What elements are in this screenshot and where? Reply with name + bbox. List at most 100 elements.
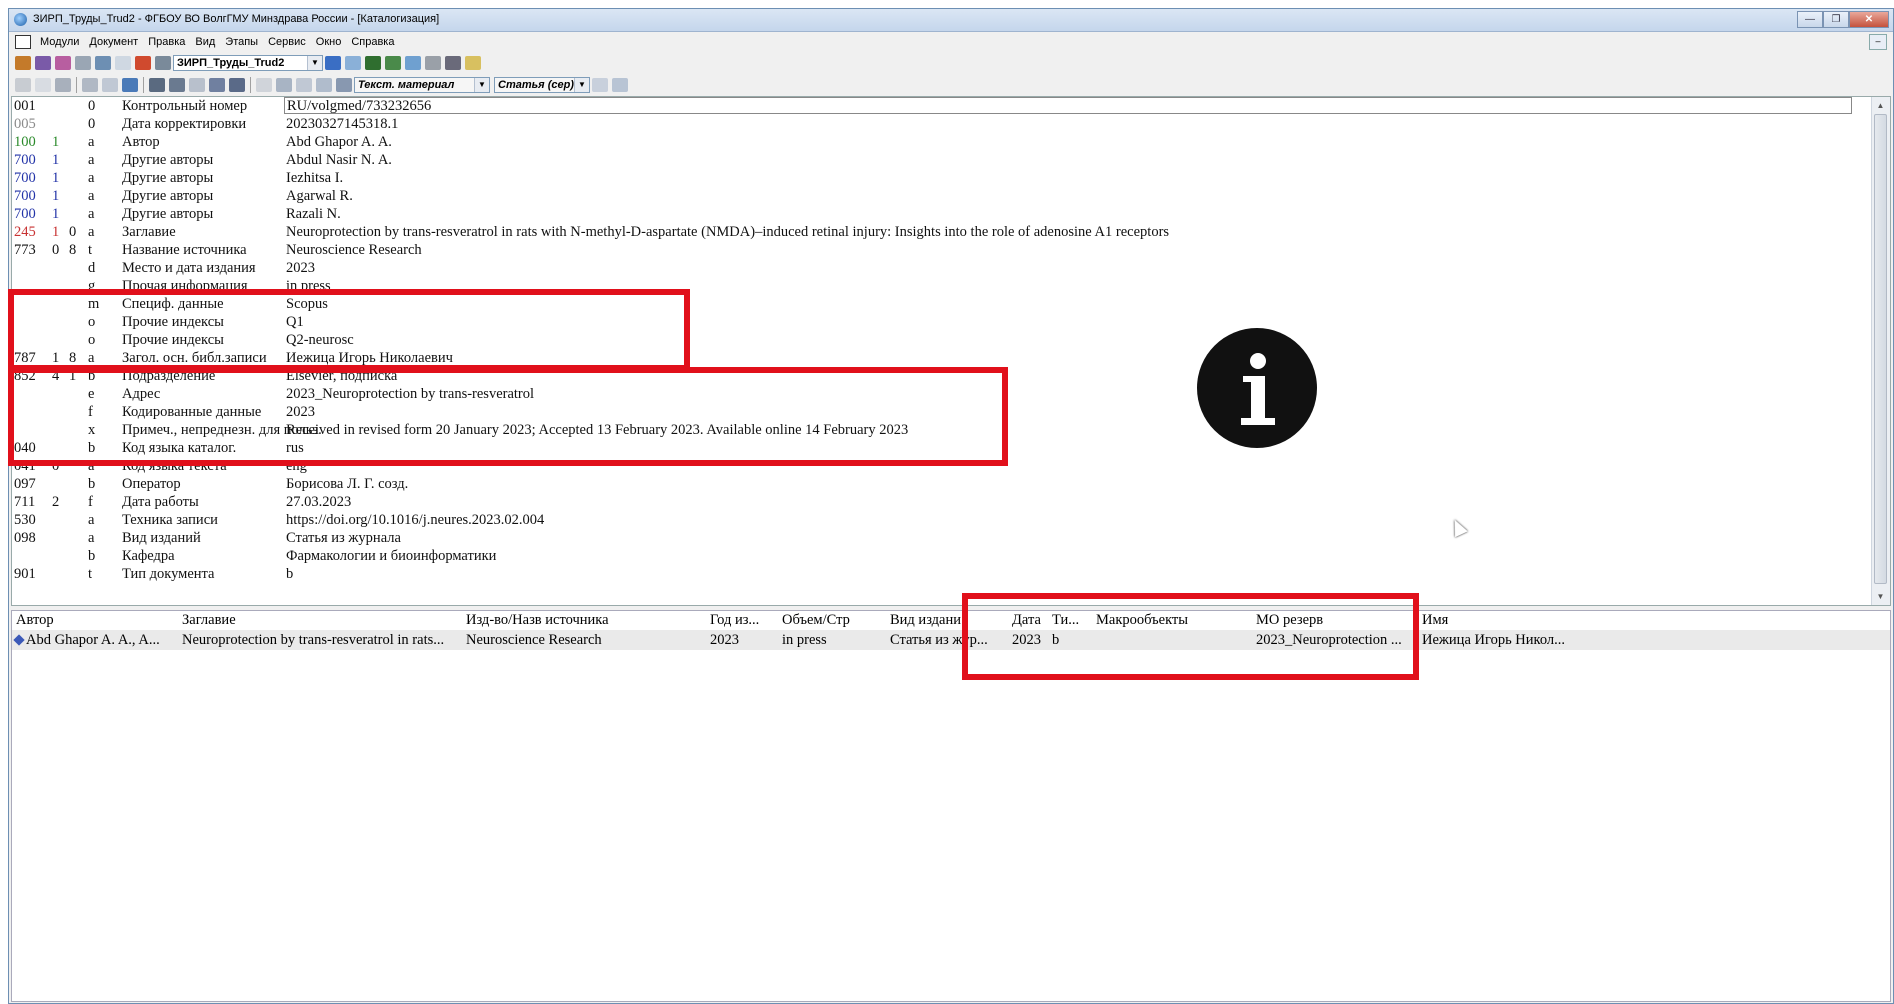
clipboard-icon[interactable]: [102, 77, 118, 92]
users-icon[interactable]: [135, 55, 151, 70]
record-field-row[interactable]: 711 2 f Дата работы 27.03.2023: [12, 493, 1870, 511]
column-year[interactable]: Год из...: [710, 612, 759, 629]
column-kind[interactable]: Вид издани: [890, 612, 961, 629]
record-field-row[interactable]: 700 1 a Другие авторы Razali N.: [12, 205, 1870, 223]
record-field-row[interactable]: 901 t Тип документа b: [12, 565, 1870, 583]
menu-edit[interactable]: Правка: [143, 36, 190, 48]
find-icon[interactable]: [209, 77, 225, 92]
field-value[interactable]: 2023: [286, 260, 315, 277]
record-field-row[interactable]: 098 a Вид изданий Статья из журнала: [12, 529, 1870, 547]
search-next-icon[interactable]: [169, 77, 185, 92]
settings-icon[interactable]: [592, 77, 608, 92]
field-value[interactable]: Abdul Nasir N. A.: [286, 152, 392, 169]
field-tag: 700: [14, 152, 36, 168]
column-name[interactable]: Имя: [1422, 612, 1448, 629]
field-value[interactable]: Фармакологии и биоинформатики: [286, 548, 496, 565]
field-value[interactable]: b: [286, 566, 293, 583]
check-icon[interactable]: [122, 77, 138, 92]
info-icon: [1197, 328, 1317, 448]
database-select[interactable]: ЗИРП_Труды_Trud2 ▼: [173, 54, 323, 71]
field-value[interactable]: Борисова Л. Г. созд.: [286, 476, 408, 493]
record-field-row[interactable]: 530 a Техника записи https://doi.org/10.101…: [12, 511, 1870, 529]
back-arrow-icon[interactable]: [256, 77, 272, 92]
record-field-row[interactable]: 097 b Оператор Борисова Л. Г. созд.: [12, 475, 1870, 493]
copy-record-icon[interactable]: [35, 77, 51, 92]
table-row[interactable]: Abd Ghapor A. A., A... Neuroprotection b…: [12, 630, 1890, 650]
menu-service[interactable]: Сервис: [263, 36, 311, 48]
document-icon[interactable]: [15, 34, 31, 49]
forward-arrow-icon[interactable]: [296, 77, 312, 92]
record-field-row[interactable]: 100 1 a Автор Abd Ghapor A. A.: [12, 133, 1870, 151]
field-value[interactable]: 20230327145318.1: [286, 116, 398, 133]
field-value[interactable]: Iezhitsa I.: [286, 170, 343, 187]
minimize-button[interactable]: —: [1797, 11, 1823, 28]
find-all-icon[interactable]: [229, 77, 245, 92]
maximize-button[interactable]: ❐: [1823, 11, 1849, 28]
chart-icon[interactable]: [385, 55, 401, 70]
scroll-thumb[interactable]: [1874, 114, 1887, 584]
filter-icon[interactable]: [345, 55, 361, 70]
editor-scrollbar[interactable]: ▲ ▼: [1871, 97, 1890, 605]
field-value[interactable]: Neuroprotection by trans-resveratrol in …: [286, 224, 1169, 241]
field-value[interactable]: Статья из журнала: [286, 530, 401, 547]
field-value[interactable]: https://doi.org/10.1016/j.neures.2023.02…: [286, 512, 544, 529]
grid-icon[interactable]: [425, 55, 441, 70]
catalog-icon[interactable]: [55, 55, 71, 70]
field-value[interactable]: Agarwal R.: [286, 188, 353, 205]
field-value[interactable]: Neuroscience Research: [286, 242, 422, 259]
circle-icon[interactable]: [405, 55, 421, 70]
menu-window[interactable]: Окно: [311, 36, 347, 48]
send-icon[interactable]: [612, 77, 628, 92]
tree-icon[interactable]: [155, 55, 171, 70]
material-select[interactable]: Текст. материал ▼: [354, 76, 490, 93]
record-field-row[interactable]: b Кафедра Фармакологии и биоинформатики: [12, 547, 1870, 565]
files-icon[interactable]: [75, 55, 91, 70]
binoculars-icon[interactable]: [189, 77, 205, 92]
menu-modules[interactable]: Модули: [35, 36, 84, 48]
scroll-up-icon[interactable]: ▲: [1873, 98, 1888, 113]
record-field-row[interactable]: 773 0 8 t Название источника Neuroscience Res…: [12, 241, 1870, 259]
record-field-row[interactable]: 005 0 Дата корректировки 20230327145318.1: [12, 115, 1870, 133]
child-minimize-button[interactable]: –: [1869, 34, 1887, 50]
new-record-icon[interactable]: [15, 77, 31, 92]
results-grid[interactable]: Автор Заглавие Изд-во/Назв источника Год…: [11, 610, 1891, 1002]
field-tag: 711: [14, 494, 36, 510]
close-button[interactable]: ✕: [1849, 11, 1889, 28]
column-publisher[interactable]: Изд-во/Назв источника: [466, 612, 609, 629]
paste-icon[interactable]: [82, 77, 98, 92]
help-icon[interactable]: [465, 55, 481, 70]
window-title: ЗИРП_Труды_Trud2 - ФГБОУ ВО ВолгГМУ Минз…: [33, 13, 440, 25]
field-value[interactable]: Abd Ghapor A. A.: [286, 134, 392, 151]
record-field-row[interactable]: 700 1 a Другие авторы Iezhitsa I.: [12, 169, 1870, 187]
search-icon[interactable]: [149, 77, 165, 92]
record-field-row[interactable]: d Место и дата издания 2023: [12, 259, 1870, 277]
stack-icon[interactable]: [365, 55, 381, 70]
menu-document[interactable]: Документ: [84, 36, 143, 48]
menu-help[interactable]: Справка: [346, 36, 399, 48]
grid-header: Автор Заглавие Изд-во/Назв источника Год…: [12, 611, 1890, 629]
type-select[interactable]: Статья (сер) ▼: [494, 76, 590, 93]
pen-icon[interactable]: [325, 55, 341, 70]
export-icon[interactable]: [95, 55, 111, 70]
column-author[interactable]: Автор: [16, 612, 54, 629]
open-icon[interactable]: [35, 55, 51, 70]
save-icon[interactable]: [55, 77, 71, 92]
menu-view[interactable]: Вид: [190, 36, 220, 48]
field-value[interactable]: Razali N.: [286, 206, 341, 223]
menu-stages[interactable]: Этапы: [220, 36, 263, 48]
column-title[interactable]: Заглавие: [182, 612, 236, 629]
edit-icon[interactable]: [276, 77, 292, 92]
scroll-down-icon[interactable]: ▼: [1873, 589, 1888, 604]
diamond-icon[interactable]: [115, 55, 131, 70]
field-value[interactable]: 27.03.2023: [286, 494, 351, 511]
marc-icon[interactable]: [336, 77, 352, 92]
column-volume[interactable]: Объем/Стр: [782, 612, 850, 629]
record-field-row[interactable]: 001 0 Контрольный номер RU/volgmed/73323265…: [12, 97, 1870, 115]
record-field-row[interactable]: 245 1 0 a Заглавие Neuroprotection by trans-r…: [12, 223, 1870, 241]
print-icon[interactable]: [445, 55, 461, 70]
record-field-row[interactable]: 700 1 a Другие авторы Abdul Nasir N. A.: [12, 151, 1870, 169]
record-field-row[interactable]: 700 1 a Другие авторы Agarwal R.: [12, 187, 1870, 205]
field-value[interactable]: RU/volgmed/733232656: [284, 97, 1852, 114]
table-icon[interactable]: [316, 77, 332, 92]
books-icon[interactable]: [15, 55, 31, 70]
